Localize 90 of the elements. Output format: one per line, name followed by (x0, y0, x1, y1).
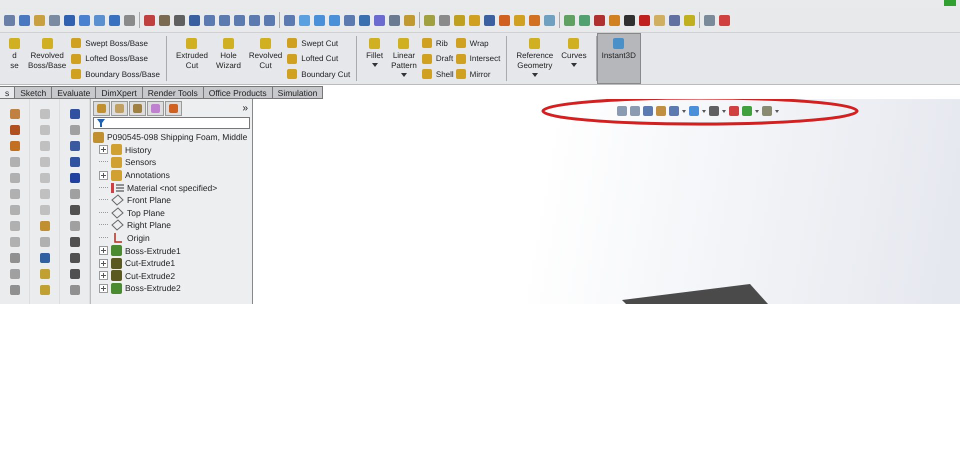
tree-item[interactable]: Boss-Extrude1 (125, 246, 181, 256)
feature-icon (111, 245, 122, 256)
panel-tab[interactable] (93, 100, 110, 116)
caret-icon[interactable] (755, 110, 759, 112)
plane-icon (111, 219, 124, 232)
caret-icon (372, 63, 378, 67)
ribbon-button[interactable]: Boundary Boss/Base (71, 67, 160, 81)
tab[interactable]: s (0, 86, 16, 99)
ribbon-button[interactable]: Lofted Cut (287, 52, 350, 66)
tab[interactable]: Office Products (204, 86, 273, 99)
feature-icon (111, 258, 122, 269)
instant3d-button[interactable]: Instant3D (596, 33, 641, 84)
panel-tab[interactable] (129, 100, 146, 116)
ribbon-button[interactable]: Wrap (456, 36, 500, 50)
ribbon-button[interactable]: Draft (422, 52, 454, 66)
feature-icon (398, 38, 410, 49)
caret-icon (400, 73, 407, 77)
caret-icon (532, 73, 538, 77)
feature-icon (42, 38, 53, 49)
expand-icon[interactable] (99, 170, 108, 180)
expand-icon[interactable] (99, 246, 108, 256)
toolbar-icon[interactable] (484, 14, 495, 26)
tab[interactable]: Sketch (15, 86, 52, 99)
ribbon-button[interactable]: Fillet (363, 36, 386, 81)
ribbon-button[interactable]: Revolved Cut (246, 36, 286, 81)
tab[interactable]: Simulation (272, 86, 324, 99)
material-icon (111, 182, 124, 194)
toolbar-icon[interactable] (189, 14, 200, 26)
ribbon-button[interactable]: Revolved Boss/Base (25, 36, 70, 81)
tree-item[interactable]: Cut-Extrude1 (125, 258, 176, 268)
tab[interactable]: DimXpert (96, 86, 143, 99)
ribbon-button[interactable]: Rib (422, 36, 454, 50)
caret-icon[interactable] (702, 110, 706, 112)
plane-icon (111, 206, 124, 219)
caret-icon (570, 63, 577, 67)
ribbon-button[interactable]: Mirror (456, 67, 500, 81)
feature-icon (111, 270, 122, 282)
tree-item[interactable]: Sensors (125, 157, 156, 168)
ribbon-button[interactable]: Curves (558, 36, 590, 81)
expand-icon[interactable] (99, 258, 108, 268)
ribbon-button[interactable]: Lofted Boss/Base (71, 52, 160, 66)
feature-icon (369, 38, 380, 49)
ribbon-button[interactable]: Reference Geometry (513, 36, 556, 81)
feature-icon (222, 38, 234, 49)
tree-item[interactable]: Annotations (125, 170, 170, 180)
filter-icon (97, 119, 105, 127)
panel-tab[interactable] (111, 100, 128, 116)
caret-icon[interactable] (682, 110, 686, 112)
filter-field[interactable] (93, 117, 250, 129)
toolbar-icon[interactable] (594, 14, 605, 26)
feature-icon (529, 38, 540, 49)
tree-item[interactable]: History (125, 144, 152, 155)
ribbon-button[interactable]: Intersect (456, 52, 500, 66)
tab[interactable]: Evaluate (52, 86, 96, 99)
expand-button[interactable]: » (242, 102, 250, 114)
expand-icon[interactable] (99, 284, 108, 293)
expand-icon[interactable] (99, 271, 108, 280)
ribbon-button[interactable]: Hole Wizard (213, 36, 244, 81)
ribbon-button[interactable]: Swept Boss/Base (71, 36, 160, 50)
panel-tab[interactable] (165, 100, 182, 116)
feature-icon (568, 38, 580, 49)
tree-item[interactable]: Top Plane (127, 208, 165, 218)
ribbon-button[interactable]: Extruded Cut (172, 36, 211, 81)
toolbar-icon[interactable] (624, 14, 635, 26)
tree-item[interactable]: Material <not specified> (127, 182, 218, 193)
tree-item[interactable]: Cut-Extrude2 (125, 270, 176, 281)
feature-icon (111, 282, 122, 294)
tree-item[interactable]: Front Plane (127, 195, 171, 206)
feature-icon (186, 38, 198, 49)
toolbar-icon[interactable] (639, 14, 650, 26)
caret-icon[interactable] (722, 110, 726, 112)
expand-icon[interactable] (99, 145, 108, 154)
ribbon-button[interactable]: Shell (422, 67, 454, 81)
tree-item[interactable]: Right Plane (127, 220, 171, 230)
ribbon-button[interactable]: Swept Cut (287, 36, 350, 50)
panel-tab[interactable] (147, 100, 164, 116)
tree-item[interactable]: Boss-Extrude2 (125, 283, 181, 294)
feature-icon (9, 38, 20, 49)
feature-icon (260, 38, 272, 49)
caret-icon[interactable] (775, 110, 779, 112)
part-icon (93, 132, 104, 143)
tab[interactable]: Render Tools (142, 86, 204, 99)
ribbon-button[interactable]: Boundary Cut (287, 67, 350, 81)
toolbar-icon[interactable] (174, 14, 185, 26)
toolbar-icon[interactable] (64, 14, 75, 26)
ribbon-button[interactable]: Linear Pattern (388, 36, 420, 81)
ribbon-button[interactable]: d se (6, 36, 23, 81)
plane-icon (111, 194, 124, 206)
part-name: P090545-098 Shipping Foam, Middle (107, 132, 248, 142)
tree-item[interactable]: Origin (127, 233, 150, 244)
